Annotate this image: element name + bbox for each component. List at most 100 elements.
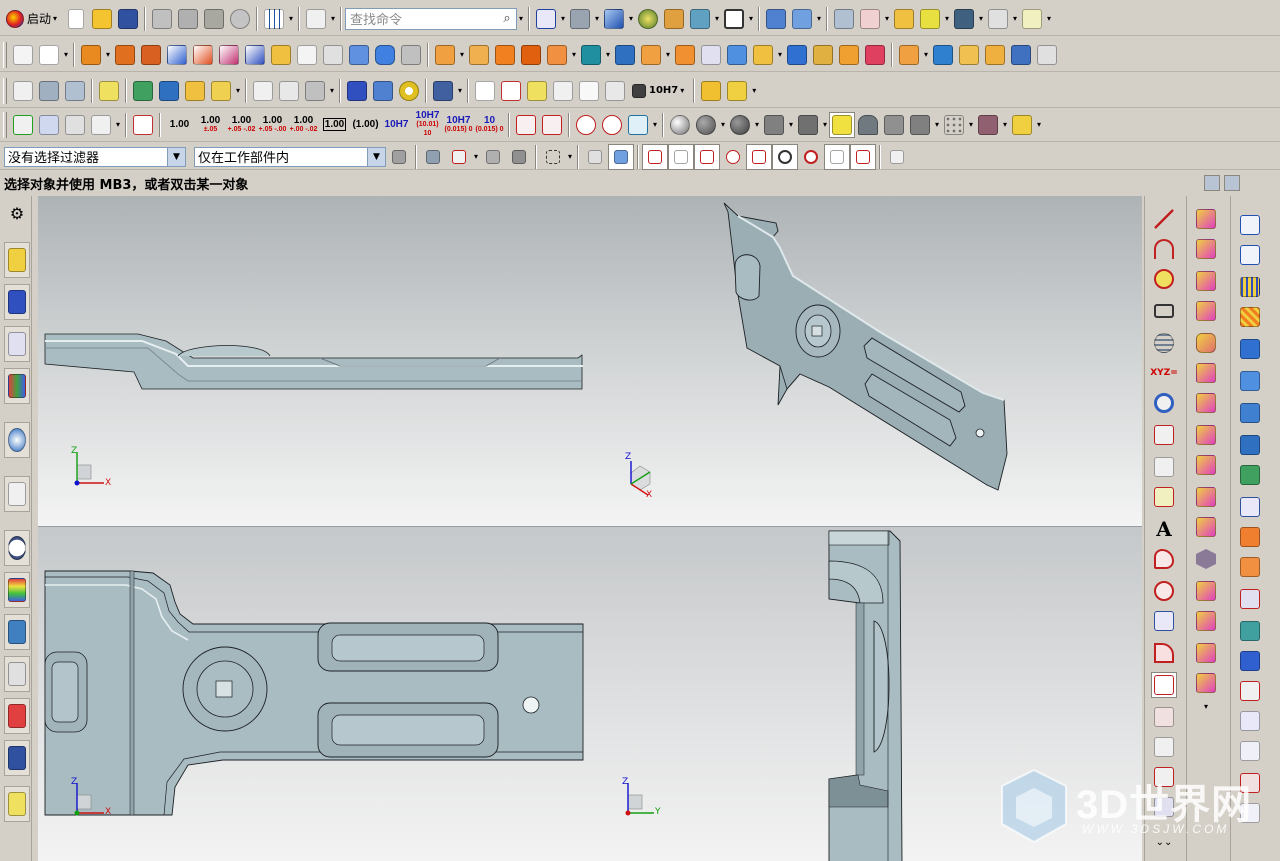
section-line-button[interactable]: [576, 78, 602, 104]
extract-curve-tool[interactable]: [1151, 704, 1177, 730]
snap-center-button[interactable]: [772, 143, 798, 170]
tolerance-format-button[interactable]: (1.00): [350, 112, 381, 138]
text-tool[interactable]: A: [1151, 516, 1177, 542]
helix-tool[interactable]: [1151, 330, 1177, 356]
thicken-button[interactable]: [784, 42, 810, 68]
view-pane-top[interactable]: Z X Z X: [38, 196, 1142, 526]
layer-button[interactable]: [831, 6, 857, 32]
extension-tool[interactable]: [1237, 554, 1263, 580]
expression-button[interactable]: [96, 78, 122, 104]
line-tool[interactable]: [1151, 206, 1177, 232]
body-add-tool[interactable]: [1193, 670, 1219, 696]
abs-button[interactable]: [208, 78, 234, 104]
sphere-dark-button[interactable]: [693, 112, 719, 138]
sync-replace-button[interactable]: [1008, 42, 1034, 68]
check-button[interactable]: [10, 112, 36, 138]
status-restore-icon[interactable]: [1204, 175, 1220, 191]
chevron-down-icon[interactable]: ▼: [367, 147, 385, 166]
manufacturing-wizard-tab[interactable]: [4, 656, 30, 692]
replace-face-button[interactable]: [672, 42, 698, 68]
surface-plane-tool[interactable]: [1237, 212, 1263, 238]
cylinder-button[interactable]: [372, 42, 398, 68]
sweep-button[interactable]: [138, 42, 164, 68]
join-curve-tool[interactable]: [1151, 734, 1177, 760]
ruled-surface-tool[interactable]: [1237, 304, 1263, 330]
sketch-button[interactable]: [10, 42, 36, 68]
draft-button[interactable]: [724, 42, 750, 68]
snap-curve-button[interactable]: [720, 144, 746, 170]
extract-body-tool[interactable]: [1193, 360, 1219, 386]
patch-button[interactable]: [862, 42, 888, 68]
analysis-button[interactable]: [917, 6, 943, 32]
command-search-input[interactable]: 查找命令 ⌕: [345, 7, 518, 30]
info-button[interactable]: [303, 6, 329, 32]
layout-button[interactable]: [721, 6, 747, 32]
start-button[interactable]: 启动 ▾: [2, 6, 63, 32]
copy-button[interactable]: [175, 6, 201, 32]
sync-delete-button[interactable]: [1034, 42, 1060, 68]
tolerance-format-button[interactable]: 1.00: [164, 112, 195, 138]
floor-plane-button[interactable]: [907, 112, 933, 138]
subtract-button[interactable]: [190, 42, 216, 68]
curve-button[interactable]: [857, 6, 883, 32]
bounded-plane-tool[interactable]: [1237, 242, 1263, 268]
chevron-down-icon[interactable]: ▼: [167, 147, 185, 166]
constraint-button[interactable]: [182, 78, 208, 104]
tolerance-format-button[interactable]: 1.00 +.00 -.02: [288, 112, 319, 138]
wrap-curve-tool[interactable]: [1151, 608, 1177, 634]
drawing-sheet-button[interactable]: [498, 78, 524, 104]
rect-select-button[interactable]: [540, 144, 566, 170]
tolerance-format-button[interactable]: 10H7 (0.015) 0: [443, 112, 474, 138]
gdt-button[interactable]: [698, 78, 724, 104]
snap-intersection-button[interactable]: [824, 143, 850, 170]
law-curve-tool[interactable]: XYZ=: [1150, 360, 1178, 386]
sync-pull-button[interactable]: [930, 42, 956, 68]
patch-opening-tool[interactable]: [1237, 708, 1263, 734]
spline-tool[interactable]: [1151, 422, 1177, 448]
section-button[interactable]: [687, 6, 713, 32]
arc-tool[interactable]: [1151, 236, 1177, 262]
highlight-select-button[interactable]: [829, 111, 855, 138]
shell-button[interactable]: [346, 42, 372, 68]
wrap-button[interactable]: [810, 42, 836, 68]
offset-surface-tool[interactable]: [1237, 494, 1263, 520]
paste-button[interactable]: [201, 6, 227, 32]
box-button[interactable]: [638, 42, 664, 68]
rectangle-tool[interactable]: [1151, 298, 1177, 324]
process-studio-tab[interactable]: [4, 614, 30, 650]
sheet-to-solid-tool[interactable]: [1237, 738, 1263, 764]
clearance-button[interactable]: [430, 78, 456, 104]
grid-button[interactable]: [261, 6, 287, 32]
ruler-button[interactable]: [1019, 6, 1045, 32]
select-edge-button[interactable]: [446, 144, 472, 170]
point-set-tool[interactable]: [1193, 298, 1219, 324]
hole-button[interactable]: [242, 42, 268, 68]
swept-surface-tool[interactable]: [1237, 336, 1263, 362]
tolerance-format-button[interactable]: 10H7 (10.01) 10: [412, 111, 443, 138]
person-button[interactable]: [855, 112, 881, 138]
status-maximize-icon[interactable]: [1224, 175, 1240, 191]
revolve-button[interactable]: [112, 42, 138, 68]
diameter-button[interactable]: [573, 112, 599, 138]
sync-resize-button[interactable]: [982, 42, 1008, 68]
i-form-tool[interactable]: [1237, 648, 1263, 674]
scale-body-button[interactable]: [750, 42, 776, 68]
floor-grid-button[interactable]: [881, 112, 907, 138]
bridge-curve-tool[interactable]: [1151, 672, 1177, 698]
select-face-button[interactable]: [480, 144, 506, 170]
render-style-button[interactable]: [567, 6, 593, 32]
wcs-button[interactable]: [763, 6, 789, 32]
cut-button[interactable]: [149, 6, 175, 32]
dots-pattern-button[interactable]: [941, 112, 967, 138]
view-pane-bottom[interactable]: Z X Z Y: [38, 526, 1142, 861]
heart-curve-tool[interactable]: [1151, 578, 1177, 604]
open-file-button[interactable]: [89, 6, 115, 32]
web-browser-tab[interactable]: [4, 422, 30, 458]
unite-button[interactable]: [164, 42, 190, 68]
enlarge-tool[interactable]: [1237, 678, 1263, 704]
promote-body-tool[interactable]: [1193, 514, 1219, 540]
delete-body-tool[interactable]: [1193, 422, 1219, 448]
search-icon[interactable]: ⌕: [498, 11, 516, 26]
fit-view-button[interactable]: [533, 6, 559, 32]
surface-finish-button[interactable]: [513, 112, 539, 138]
